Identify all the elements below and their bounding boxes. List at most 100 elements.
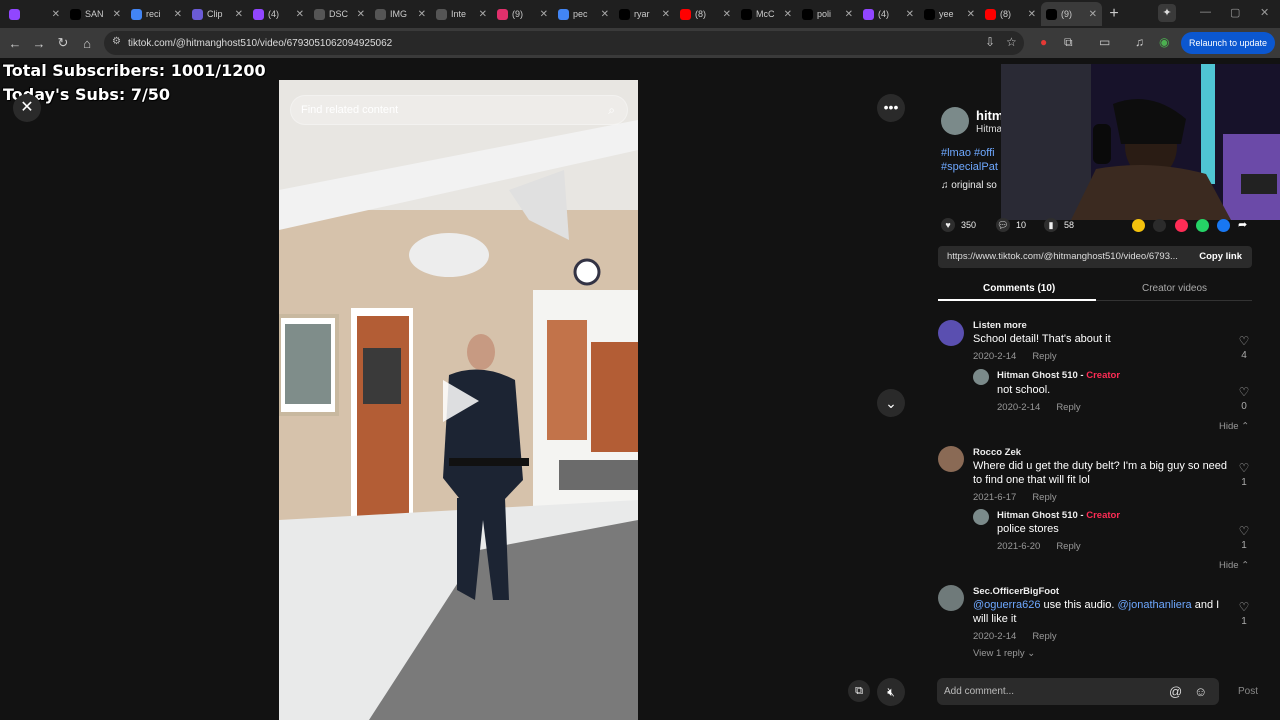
close-tab-icon[interactable]: ✕ <box>1028 9 1036 20</box>
address-bar[interactable]: ⚙ tiktok.com/@hitmanghost510/video/67930… <box>104 31 1024 55</box>
close-tab-icon[interactable]: ✕ <box>1089 9 1097 20</box>
comment-username[interactable]: Hitman Ghost 510 - Creator <box>997 510 1120 521</box>
browser-tab[interactable]: Clip ✕ <box>187 2 248 26</box>
avatar[interactable] <box>938 320 964 346</box>
like-heart-icon[interactable]: ♡ <box>1236 600 1252 614</box>
post-button[interactable]: Post <box>1238 686 1258 697</box>
close-tab-icon[interactable]: ✕ <box>540 9 548 20</box>
browser-tab[interactable]: SAN ✕ <box>65 2 126 26</box>
search-icon[interactable]: ⌕ <box>608 103 615 118</box>
hide-replies-button[interactable]: Hide ⌃ <box>1219 421 1249 432</box>
close-tab-icon[interactable]: ✕ <box>174 9 182 20</box>
tab-comments[interactable]: Comments (10) <box>983 283 1055 294</box>
whatsapp-icon[interactable] <box>1196 219 1209 232</box>
reply-button[interactable]: Reply <box>1032 492 1056 503</box>
close-tab-icon[interactable]: ✕ <box>52 9 60 20</box>
facebook-icon[interactable] <box>1217 219 1230 232</box>
browser-tab[interactable]: DSC ✕ <box>309 2 370 26</box>
like-heart-icon[interactable]: ♡ <box>1236 385 1252 399</box>
avatar[interactable] <box>938 585 964 611</box>
send-icon[interactable] <box>1175 219 1188 232</box>
avatar[interactable] <box>938 446 964 472</box>
browser-tab[interactable]: (9) ✕ <box>1041 2 1102 26</box>
close-window-button[interactable]: ✕ <box>1260 6 1269 19</box>
mention-at-icon[interactable]: @ <box>1169 678 1182 705</box>
close-tab-icon[interactable]: ✕ <box>723 9 731 20</box>
extension-icon[interactable]: ● <box>1040 35 1047 49</box>
close-tab-icon[interactable]: ✕ <box>479 9 487 20</box>
browser-tab[interactable]: (9) ✕ <box>492 2 553 26</box>
reply-button[interactable]: Reply <box>1032 631 1056 642</box>
hide-replies-button[interactable]: Hide ⌃ <box>1219 560 1249 571</box>
comment-username[interactable]: Hitman Ghost 510 - Creator <box>997 370 1120 381</box>
mention-link[interactable]: @oguerra626 <box>973 599 1040 611</box>
browser-tab[interactable]: pec ✕ <box>553 2 614 26</box>
comment-stat[interactable]: 💬︎ 10 <box>996 218 1026 232</box>
tab-search-button[interactable]: ✦ <box>1158 4 1176 22</box>
add-comment-input[interactable]: Add comment... @ ☺ <box>937 678 1219 705</box>
minimize-button[interactable]: — <box>1200 6 1211 18</box>
browser-tab[interactable]: (4) ✕ <box>248 2 309 26</box>
extensions-puzzle-icon[interactable]: ⧉ <box>1064 35 1073 50</box>
like-stat[interactable]: ♥ 350 <box>941 218 976 232</box>
author-avatar[interactable] <box>941 107 969 135</box>
play-icon[interactable] <box>443 380 479 422</box>
emoji-share-icon[interactable] <box>1132 219 1145 232</box>
embed-icon[interactable] <box>1153 219 1166 232</box>
like-heart-icon[interactable]: ♡ <box>1236 461 1252 475</box>
browser-tab[interactable]: IMG ✕ <box>370 2 431 26</box>
copy-link-button[interactable]: Copy link <box>1199 246 1242 268</box>
pip-icon[interactable]: ⧉ <box>848 680 870 702</box>
mute-icon[interactable]: 🔇︎ <box>877 678 905 706</box>
back-button[interactable]: ← <box>3 36 27 51</box>
tab-creator-videos[interactable]: Creator videos <box>1142 283 1207 294</box>
find-related-search[interactable]: Find related content ⌕ <box>290 95 628 125</box>
relaunch-button[interactable]: Relaunch to update <box>1181 32 1276 54</box>
mention-link[interactable]: @jonathanliera <box>1118 599 1192 611</box>
avatar[interactable] <box>973 369 989 385</box>
share-arrow-icon[interactable]: ➦ <box>1238 219 1251 232</box>
forward-button[interactable]: → <box>27 36 51 51</box>
comment-username[interactable]: Sec.OfficerBigFoot <box>973 586 1059 597</box>
view-replies-button[interactable]: View 1 reply ⌄ <box>973 648 1035 659</box>
browser-tab[interactable]: ✕ <box>4 2 65 26</box>
like-heart-icon[interactable]: ♡ <box>1236 334 1252 348</box>
comment-username[interactable]: Listen more <box>973 320 1027 331</box>
home-button[interactable]: ⌂ <box>75 36 99 51</box>
profile-icon[interactable]: ◉ <box>1159 35 1169 49</box>
close-tab-icon[interactable]: ✕ <box>418 9 426 20</box>
side-panel-icon[interactable]: ▭ <box>1099 35 1110 49</box>
browser-tab[interactable]: (4) ✕ <box>858 2 919 26</box>
browser-tab[interactable]: McC ✕ <box>736 2 797 26</box>
close-tab-icon[interactable]: ✕ <box>296 9 304 20</box>
reply-button[interactable]: Reply <box>1056 402 1080 413</box>
reply-button[interactable]: Reply <box>1032 351 1056 362</box>
browser-tab[interactable]: poli ✕ <box>797 2 858 26</box>
comment-username[interactable]: Rocco Zek <box>973 447 1021 458</box>
close-tab-icon[interactable]: ✕ <box>906 9 914 20</box>
browser-tab[interactable]: Inte ✕ <box>431 2 492 26</box>
caption-tags[interactable]: #lmao #offi #specialPat <box>941 146 1001 174</box>
save-stat[interactable]: ▮ 58 <box>1044 218 1074 232</box>
reload-button[interactable]: ↻ <box>51 35 75 51</box>
close-tab-icon[interactable]: ✕ <box>845 9 853 20</box>
maximize-button[interactable]: ▢ <box>1230 6 1240 19</box>
close-video-button[interactable]: ✕ <box>13 94 41 122</box>
close-tab-icon[interactable]: ✕ <box>662 9 670 20</box>
avatar[interactable] <box>973 509 989 525</box>
install-app-icon[interactable]: ⇩ <box>985 35 995 49</box>
author-name[interactable]: hitm <box>976 108 1003 123</box>
browser-tab[interactable]: (8) ✕ <box>980 2 1041 26</box>
close-tab-icon[interactable]: ✕ <box>357 9 365 20</box>
emoji-icon[interactable]: ☺ <box>1194 678 1207 705</box>
close-tab-icon[interactable]: ✕ <box>235 9 243 20</box>
next-video-button[interactable]: ⌄ <box>877 389 905 417</box>
browser-tab[interactable]: reci ✕ <box>126 2 187 26</box>
reply-button[interactable]: Reply <box>1056 541 1080 552</box>
media-control-icon[interactable]: ♫ <box>1135 35 1144 49</box>
close-tab-icon[interactable]: ✕ <box>601 9 609 20</box>
bookmark-star-icon[interactable]: ☆ <box>1006 35 1017 49</box>
like-heart-icon[interactable]: ♡ <box>1236 524 1252 538</box>
close-tab-icon[interactable]: ✕ <box>784 9 792 20</box>
browser-tab[interactable]: (8) ✕ <box>675 2 736 26</box>
